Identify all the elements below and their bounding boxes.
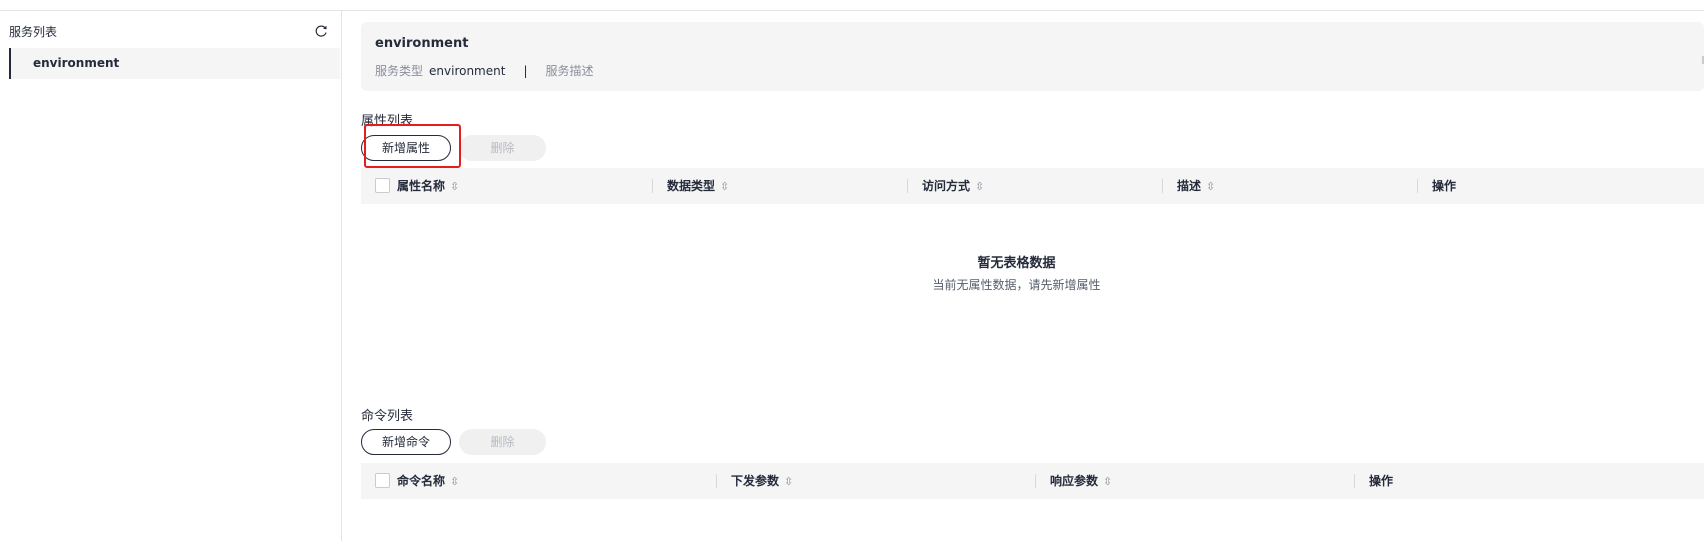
sort-icon[interactable]: ⇳ xyxy=(720,169,729,205)
column-header[interactable]: 描述 ⇳ xyxy=(1177,168,1215,204)
sidebar-item-environment[interactable]: environment xyxy=(9,48,340,79)
property-list-title: 属性列表 xyxy=(361,114,414,129)
column-divider xyxy=(1035,474,1036,488)
empty-description: 当前无属性数据，请先新增属性 xyxy=(932,278,1101,292)
empty-state: 暂无表格数据 当前无属性数据，请先新增属性 xyxy=(361,252,1672,293)
service-sidebar: 服务列表 environment xyxy=(0,11,342,541)
column-header[interactable]: 命令名称 ⇳ xyxy=(397,463,459,499)
column-header[interactable]: 访问方式 ⇳ xyxy=(922,168,984,204)
sort-icon[interactable]: ⇳ xyxy=(1103,464,1112,500)
delete-command-button[interactable]: 删除 xyxy=(459,429,546,455)
add-property-button[interactable]: 新增属性 xyxy=(361,135,451,161)
sort-icon[interactable]: ⇳ xyxy=(450,169,459,205)
command-list-title: 命令列表 xyxy=(361,409,414,424)
column-header: 操作 xyxy=(1369,474,1394,488)
sidebar-item-label: environment xyxy=(33,56,120,70)
empty-title: 暂无表格数据 xyxy=(977,256,1056,271)
property-table-header: 属性名称 ⇳ 数据类型 ⇳ 访问方式 ⇳ 描述 ⇳ 操作 xyxy=(361,168,1704,204)
column-header: 操作 xyxy=(1432,179,1457,193)
delete-property-button[interactable]: 删除 xyxy=(459,135,546,161)
column-header[interactable]: 下发参数 ⇳ xyxy=(731,463,793,499)
refresh-icon[interactable] xyxy=(313,23,329,39)
column-header[interactable]: 属性名称 ⇳ xyxy=(397,168,459,204)
service-name: environment xyxy=(375,36,469,51)
service-type-value: environment xyxy=(429,64,506,78)
sort-icon[interactable]: ⇳ xyxy=(450,464,459,500)
sidebar-header: 服务列表 xyxy=(9,23,329,41)
sidebar-title: 服务列表 xyxy=(9,25,58,39)
select-all-checkbox[interactable] xyxy=(375,178,390,193)
service-meta: 服务类型 environment | 服务描述 xyxy=(375,62,594,79)
column-header[interactable]: 响应参数 ⇳ xyxy=(1050,463,1112,499)
select-all-checkbox[interactable] xyxy=(375,473,390,488)
column-divider xyxy=(907,179,908,193)
service-desc-label: 服务描述 xyxy=(545,64,594,78)
column-header[interactable]: 数据类型 ⇳ xyxy=(667,168,729,204)
service-info-card: environment 服务类型 environment | 服务描述 xyxy=(361,22,1704,91)
column-divider xyxy=(1354,474,1355,488)
column-divider xyxy=(716,474,717,488)
sort-icon[interactable]: ⇳ xyxy=(1206,169,1215,205)
add-command-button[interactable]: 新增命令 xyxy=(361,429,451,455)
service-type-label: 服务类型 xyxy=(375,64,424,78)
column-divider xyxy=(652,179,653,193)
column-divider xyxy=(1417,179,1418,193)
command-table-header: 命令名称 ⇳ 下发参数 ⇳ 响应参数 ⇳ 操作 xyxy=(361,463,1704,499)
column-divider xyxy=(1162,179,1163,193)
meta-separator: | xyxy=(523,64,528,78)
sort-icon[interactable]: ⇳ xyxy=(784,464,793,500)
sort-icon[interactable]: ⇳ xyxy=(975,169,984,205)
